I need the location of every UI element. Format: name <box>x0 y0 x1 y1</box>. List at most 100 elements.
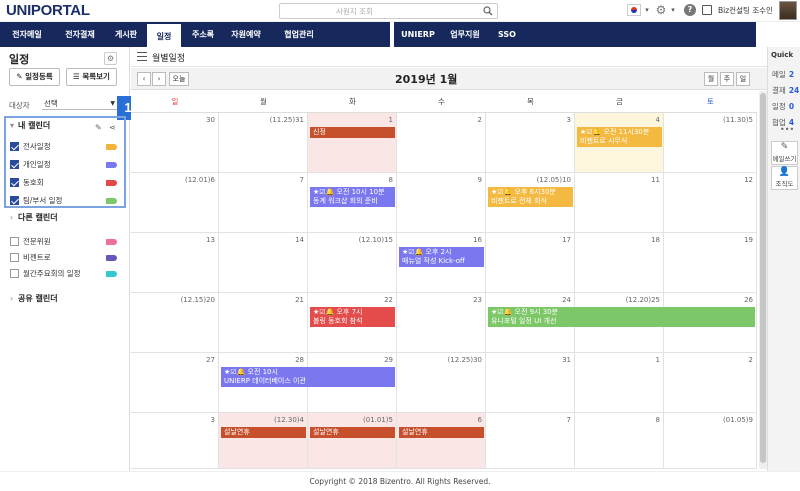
day-cell[interactable]: (12.10)15 <box>308 233 397 293</box>
calendar-event[interactable]: 설날연휴 <box>310 427 395 438</box>
day-cell[interactable]: 18 <box>575 233 664 293</box>
quick-item-0[interactable]: 메일 2 <box>772 69 794 80</box>
compose-mail-button[interactable]: ✎ 메일쓰기 <box>771 141 798 165</box>
edit-calendar-pencil-icon[interactable]: ✎ <box>95 123 102 132</box>
avatar[interactable] <box>779 1 797 20</box>
calendar-event[interactable]: ★☑🔔 오후 7시 볼링 동호회 참석 <box>310 307 395 327</box>
nav-right-item-0[interactable]: UNIERP <box>398 22 438 47</box>
notification-checkbox-icon[interactable] <box>702 5 712 15</box>
day-cell[interactable]: (12.01)6 <box>131 173 219 233</box>
prev-month-button[interactable]: ‹ <box>137 72 151 86</box>
day-cell[interactable]: 7 <box>219 173 308 233</box>
day-cell[interactable]: 11 <box>575 173 664 233</box>
other-calendar-item[interactable]: 월간주요회의 일정 <box>10 268 81 280</box>
day-cell[interactable]: 1 <box>575 353 664 413</box>
calendar-checkbox[interactable] <box>10 269 19 278</box>
calendar-event[interactable]: ★☑🔔 오후 6시30분 비젠트로 전체 회식 <box>488 187 573 207</box>
day-cell[interactable]: 21 <box>219 293 308 353</box>
day-cell[interactable]: 2 <box>664 353 757 413</box>
calendar-checkbox[interactable] <box>10 253 19 262</box>
day-cell[interactable]: 30 <box>131 113 219 173</box>
view-month-button[interactable]: 월 <box>704 72 718 86</box>
day-cell[interactable]: (01.01)5 <box>308 413 397 469</box>
view-day-button[interactable]: 일 <box>736 72 750 86</box>
calendar-event[interactable]: 신정 <box>310 127 395 138</box>
user-name[interactable]: Biz컨설팅 조수인 <box>718 5 773 16</box>
calendar-event[interactable]: ★☑🔔 오전 11시30분 비젠트로 시무식 <box>577 127 662 147</box>
calendar-event[interactable]: 설날연휴 <box>399 427 484 438</box>
calendar-checkbox[interactable] <box>10 142 19 151</box>
day-cell[interactable]: 3 <box>131 413 219 469</box>
other-calendar-title-chevron-icon[interactable]: › <box>10 213 18 222</box>
share-icon[interactable]: ⋖ <box>109 123 116 132</box>
day-cell[interactable]: 7 <box>486 413 575 469</box>
register-schedule-button[interactable]: ✎ 일정등록 <box>9 68 60 86</box>
day-cell[interactable]: 1 <box>308 113 397 173</box>
day-cell[interactable]: 14 <box>219 233 308 293</box>
nav-right-item-1[interactable]: 업무지원 <box>445 22 485 47</box>
shared-calendar-title[interactable]: › 공유 캘린더 <box>10 293 58 304</box>
my-calendar-item[interactable]: 전사일정 <box>10 141 51 153</box>
target-select[interactable]: 선택 <box>42 97 117 110</box>
logo[interactable]: UNIPORTAL <box>6 2 90 19</box>
calendar-event[interactable]: ★☑🔔 오전 10시 10분 동계 워크샵 회의 준비 <box>310 187 395 207</box>
korea-flag-icon[interactable] <box>627 4 641 16</box>
next-month-button[interactable]: › <box>152 72 166 86</box>
day-cell[interactable]: (01.05)9 <box>664 413 757 469</box>
my-calendar-title-chevron-icon[interactable]: ▾ <box>10 121 18 130</box>
quick-item-2[interactable]: 일정 0 <box>772 101 794 112</box>
day-cell[interactable]: 8 <box>575 413 664 469</box>
day-cell[interactable]: (12.25)30 <box>397 353 486 413</box>
day-cell[interactable]: 9 <box>397 173 486 233</box>
day-cell[interactable]: 19 <box>664 233 757 293</box>
search-box[interactable] <box>279 3 498 19</box>
day-cell[interactable]: (11.25)31 <box>219 113 308 173</box>
nav-item-2[interactable]: 게시판 <box>108 22 144 47</box>
view-week-button[interactable]: 주 <box>720 72 734 86</box>
search-icon[interactable] <box>483 6 493 16</box>
calendar-event[interactable]: ★☑🔔 오전 10시 UNIERP 데이터베이스 이관 <box>221 367 395 387</box>
nav-item-5[interactable]: 자원예약 <box>225 22 267 47</box>
day-cell[interactable]: 23 <box>397 293 486 353</box>
calendar-scrollbar[interactable] <box>759 91 767 469</box>
menu-icon[interactable] <box>137 52 147 61</box>
search-input[interactable] <box>280 4 470 18</box>
nav-item-4[interactable]: 주소록 <box>185 22 221 47</box>
org-chart-button[interactable]: 👤 조직도 <box>771 166 798 190</box>
day-cell[interactable]: 3 <box>486 113 575 173</box>
other-calendar-item[interactable]: 전문위원 <box>10 236 51 248</box>
my-calendar-item[interactable]: 개인일정 <box>10 159 51 171</box>
calendar-event[interactable]: 설날연휴 <box>221 427 306 438</box>
scrollbar-thumb[interactable] <box>760 93 766 463</box>
day-cell[interactable]: 6 <box>397 413 486 469</box>
other-calendar-item[interactable]: 비젠트로 <box>10 252 51 264</box>
calendar-checkbox[interactable] <box>10 160 19 169</box>
day-cell[interactable]: (11.30)5 <box>664 113 757 173</box>
shared-calendar-title-chevron-icon[interactable]: › <box>10 294 18 303</box>
today-button[interactable]: 오늘 <box>169 72 189 86</box>
language-dropdown-icon[interactable]: ▾ <box>640 3 654 17</box>
day-cell[interactable]: 17 <box>486 233 575 293</box>
calendar-event[interactable]: ★☑🔔 오후 2시 매뉴얼 작성 Kick-off <box>399 247 484 267</box>
sidebar-settings-gear-icon[interactable]: ⚙ <box>104 52 117 65</box>
nav-item-6[interactable]: 협업관리 <box>273 22 325 47</box>
day-cell[interactable]: 13 <box>131 233 219 293</box>
other-calendar-title[interactable]: › 다른 캘린더 <box>10 212 58 223</box>
settings-dropdown-icon[interactable]: ▾ <box>666 3 680 17</box>
help-icon[interactable]: ? <box>684 4 696 16</box>
calendar-checkbox[interactable] <box>10 178 19 187</box>
my-calendar-title[interactable]: ▾ 내 캘린더 <box>10 120 50 131</box>
day-cell[interactable]: 31 <box>486 353 575 413</box>
quick-item-1[interactable]: 결재 24 <box>772 85 799 96</box>
nav-item-3[interactable]: 일정 <box>147 22 181 47</box>
calendar-checkbox[interactable] <box>10 237 19 246</box>
day-cell[interactable]: (12.15)20 <box>131 293 219 353</box>
nav-item-0[interactable]: 전자메일 <box>6 22 48 47</box>
day-cell[interactable]: 2 <box>397 113 486 173</box>
day-cell[interactable]: 27 <box>131 353 219 413</box>
list-view-button[interactable]: ☰ 목록보기 <box>66 68 117 86</box>
nav-item-1[interactable]: 전자결재 <box>56 22 104 47</box>
calendar-checkbox[interactable] <box>10 196 19 205</box>
quick-item-3[interactable]: 협업 4 <box>772 117 794 128</box>
my-calendar-item[interactable]: 동호회 <box>10 177 44 189</box>
